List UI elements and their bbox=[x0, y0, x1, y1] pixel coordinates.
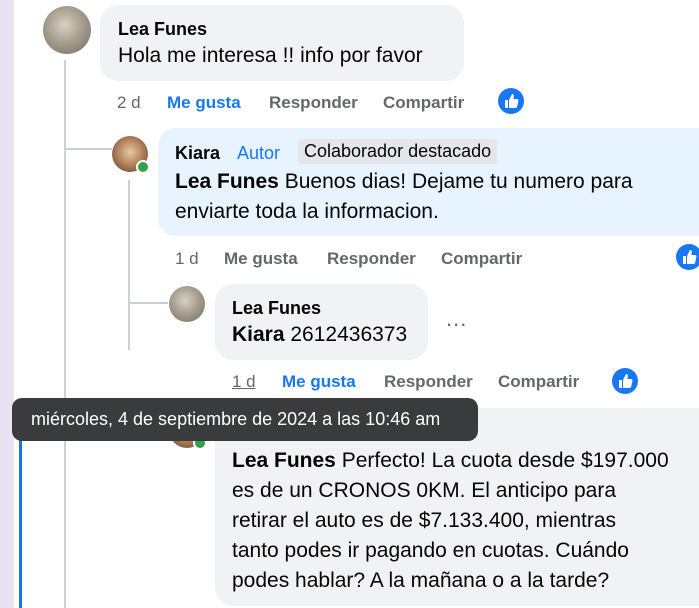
more-horizontal-icon[interactable]: ... bbox=[446, 306, 467, 332]
timestamp-tooltip: miércoles, 4 de septiembre de 2024 a las… bbox=[12, 398, 478, 441]
thread-line-branch-2 bbox=[128, 302, 168, 304]
comment-timestamp[interactable]: 2 d bbox=[117, 93, 141, 113]
mention-link[interactable]: Lea Funes bbox=[175, 170, 279, 193]
comment-author[interactable]: Lea Funes bbox=[232, 298, 321, 319]
comment-timestamp[interactable]: 1 d bbox=[175, 249, 199, 269]
thumbs-up-icon[interactable] bbox=[676, 244, 699, 270]
thread-line-sub bbox=[128, 180, 130, 350]
comment-author[interactable]: Lea Funes bbox=[118, 19, 207, 40]
like-button[interactable]: Me gusta bbox=[224, 249, 298, 269]
mention-link[interactable]: Kiara bbox=[232, 323, 285, 346]
reply-button[interactable]: Responder bbox=[384, 372, 473, 392]
online-status-icon bbox=[136, 160, 150, 174]
comment-timestamp[interactable]: 1 d bbox=[232, 372, 256, 392]
share-button[interactable]: Compartir bbox=[498, 372, 579, 392]
thread-line-main bbox=[64, 60, 66, 608]
comment-author[interactable]: Kiara bbox=[175, 143, 220, 164]
share-button[interactable]: Compartir bbox=[441, 249, 522, 269]
comment-text-line: 2612436373 bbox=[290, 323, 408, 346]
like-button[interactable]: Me gusta bbox=[167, 93, 241, 113]
comment-text: Lea Funes Perfecto! La cuota desde $197.… bbox=[232, 446, 669, 476]
mention-link[interactable]: Lea Funes bbox=[232, 449, 336, 472]
comment-text-line: enviarte toda la informacion. bbox=[175, 200, 439, 223]
top-contributor-badge: Colaborador destacado bbox=[298, 139, 498, 164]
comment-text: Hola me interesa !! info por favor bbox=[118, 44, 423, 67]
comment-text-line: tanto podes ir pagando en cuotas. Cuándo bbox=[232, 539, 629, 562]
left-edge-strip bbox=[0, 0, 14, 608]
comment-text-line: Perfecto! La cuota desde $197.000 bbox=[341, 449, 669, 472]
comment-text: Kiara 2612436373 bbox=[232, 320, 407, 350]
reply-button[interactable]: Responder bbox=[327, 249, 416, 269]
selected-thread-indicator bbox=[19, 430, 22, 608]
thread-line-branch-1 bbox=[64, 148, 112, 150]
comment-text-line: podes hablar? A la mañana o a la tarde? bbox=[232, 569, 610, 592]
reply-button[interactable]: Responder bbox=[269, 93, 358, 113]
author-tag: Autor bbox=[237, 143, 281, 163]
comment-text-line: Buenos dias! Dejame tu numero para bbox=[284, 170, 633, 193]
thumbs-up-icon[interactable] bbox=[612, 368, 638, 394]
thumbs-up-icon[interactable] bbox=[498, 88, 524, 114]
comment-text-line: retirar el auto es de $7.133.400, mientr… bbox=[232, 509, 617, 532]
comment-text: Lea Funes Buenos dias! Dejame tu numero … bbox=[175, 167, 633, 197]
share-button[interactable]: Compartir bbox=[383, 93, 464, 113]
like-button[interactable]: Me gusta bbox=[282, 372, 356, 392]
avatar-lea-funes[interactable] bbox=[43, 6, 91, 54]
avatar-lea-funes[interactable] bbox=[169, 286, 205, 322]
comment-text-line: es de un CRONOS 0KM. El anticipo para bbox=[232, 479, 617, 502]
